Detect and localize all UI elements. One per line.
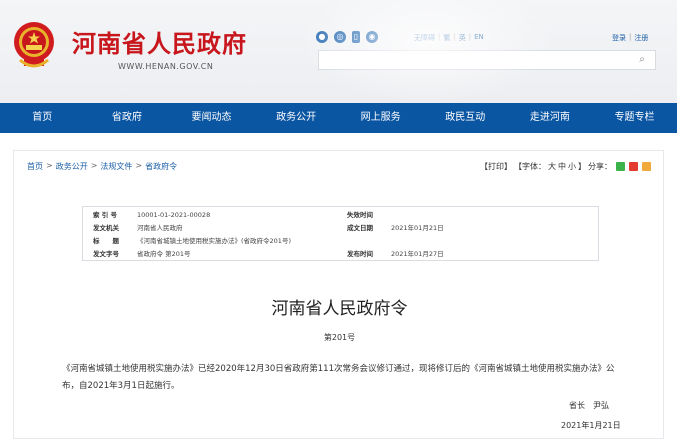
breadcrumb-decrees[interactable]: 省政府令 (145, 161, 177, 172)
accessibility-link[interactable]: 无障碍 (414, 33, 435, 43)
divider: | (453, 33, 456, 41)
site-title[interactable]: 河南省人民政府 (72, 24, 247, 59)
english-zh-link[interactable]: 英 (459, 33, 466, 43)
breadcrumb-public-affairs[interactable]: 政务公开 (56, 161, 88, 172)
site-url: WWW.HENAN.GOV.CN (118, 62, 214, 71)
traditional-link[interactable]: 繁 (443, 33, 450, 43)
nav-news[interactable]: 要闻动态 (169, 103, 254, 133)
main-nav: 首页 省政府 要闻动态 政务公开 网上服务 政民互动 走进河南 专题专栏 (0, 103, 677, 133)
nav-public-affairs[interactable]: 政务公开 (254, 103, 339, 133)
index-value: 10001-01-2021-00028 (137, 211, 211, 219)
social-links: ● ◎ ▯ ◉ (316, 31, 378, 43)
signatory: 省长 尹弘 (569, 401, 609, 410)
breadcrumb-regulations[interactable]: 法规文件 (100, 161, 132, 172)
font-large-button[interactable]: 大 (548, 161, 556, 172)
issuer-label: 发文机关 (93, 224, 119, 232)
meta-row: 发文字号 省政府令 第201号 发布时间 2021年01月27日 (83, 248, 600, 261)
nav-government[interactable]: 省政府 (85, 103, 170, 133)
search-box: ⌕ (318, 50, 656, 73)
rss-icon[interactable]: ◉ (366, 31, 378, 43)
document-body: 《河南省城镇土地使用税实施办法》已经2020年12月30日省政府第111次常务会… (62, 364, 615, 391)
wechat-share-icon[interactable] (616, 162, 625, 171)
weibo-icon[interactable]: ◎ (334, 31, 346, 43)
search-icon[interactable]: ⌕ (635, 53, 649, 67)
article-panel: 首页 > 政务公开 > 法规文件 > 省政府令 【打印】 【字体： 大 中 小 … (13, 150, 664, 439)
font-small-button[interactable]: 小 (568, 161, 576, 172)
divider: | (438, 33, 441, 41)
doc-number-label: 发文字号 (93, 250, 119, 258)
font-size-end: 】 (578, 162, 586, 171)
doc-number-value: 省政府令 第201号 (137, 250, 191, 258)
breadcrumb: 首页 > 政务公开 > 法规文件 > 省政府令 (27, 161, 177, 172)
nav-online-services[interactable]: 网上服务 (338, 103, 423, 133)
divider: | (629, 33, 632, 41)
share-label: 分享： (588, 162, 612, 171)
login-link[interactable]: 登录 (612, 33, 626, 43)
font-medium-button[interactable]: 中 (558, 161, 566, 172)
nav-interaction[interactable]: 政民互动 (423, 103, 508, 133)
wechat-icon[interactable]: ● (316, 31, 328, 43)
expire-label: 失效时间 (347, 211, 373, 219)
font-size-label: 【字体： (514, 162, 546, 171)
search-input[interactable] (319, 54, 619, 73)
divider: | (468, 33, 472, 41)
national-emblem-icon (14, 22, 54, 68)
issuer-value: 河南省人民政府 (137, 224, 183, 232)
breadcrumb-home[interactable]: 首页 (27, 161, 43, 172)
nav-about-henan[interactable]: 走进河南 (508, 103, 593, 133)
weibo-share-icon[interactable] (629, 162, 638, 171)
mobile-icon[interactable]: ▯ (352, 31, 360, 43)
breadcrumb-separator: > (90, 161, 98, 170)
meta-row: 标 题 《河南省城镇土地使用税实施办法》(省政府令201号) (83, 235, 600, 248)
written-date-value: 2021年01月21日 (391, 224, 444, 232)
title-label: 标 题 (93, 237, 119, 245)
qzone-share-icon[interactable] (642, 162, 651, 171)
document-metadata-table: 索 引 号 10001-01-2021-00028 失效时间 发文机关 河南省人… (82, 206, 599, 261)
publish-date-value: 2021年01月27日 (391, 250, 444, 258)
title-value: 《河南省城镇土地使用税实施办法》(省政府令201号) (137, 237, 291, 245)
user-links: 登录 | 注册 (612, 33, 648, 43)
breadcrumb-separator: > (135, 161, 143, 170)
register-link[interactable]: 注册 (634, 33, 648, 43)
accessibility-links: 无障碍 | 繁 | 英 | EN (414, 33, 484, 43)
article-tools: 【打印】 【字体： 大 中 小 】 分享： (480, 161, 651, 172)
publish-date-label: 发布时间 (347, 250, 373, 258)
site-header: 河南省人民政府 WWW.HENAN.GOV.CN ● ◎ ▯ ◉ 无障碍 | 繁… (0, 0, 677, 103)
nav-special-topics[interactable]: 专题专栏 (592, 103, 677, 133)
meta-row: 发文机关 河南省人民政府 成文日期 2021年01月21日 (83, 222, 600, 235)
written-date-label: 成文日期 (347, 224, 373, 232)
print-button[interactable]: 【打印】 (480, 161, 512, 172)
breadcrumb-separator: > (46, 161, 53, 170)
index-label: 索 引 号 (93, 211, 118, 219)
signing-date: 2021年1月21日 (561, 421, 621, 430)
document-title: 河南省人民政府令 (271, 299, 408, 319)
meta-row: 索 引 号 10001-01-2021-00028 失效时间 (83, 209, 600, 222)
nav-home[interactable]: 首页 (0, 103, 85, 133)
document-number: 第201号 (323, 333, 356, 342)
english-link[interactable]: EN (474, 33, 484, 43)
